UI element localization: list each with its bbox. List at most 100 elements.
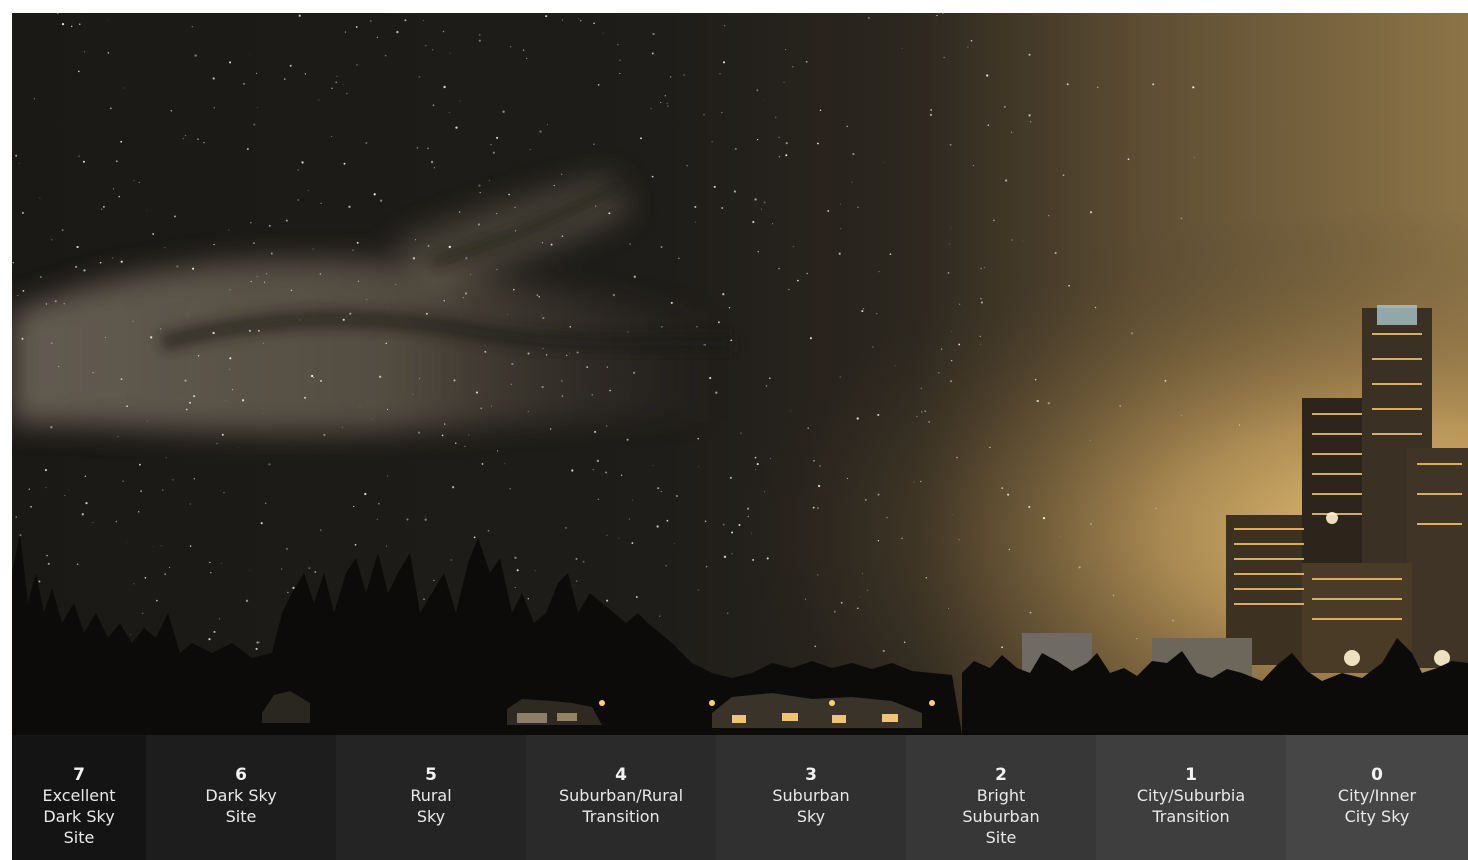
star xyxy=(768,377,771,380)
star xyxy=(78,70,80,73)
scale-level-1: 1 City/Suburbia Transition xyxy=(1096,735,1286,860)
star xyxy=(1048,215,1050,217)
star xyxy=(877,540,880,542)
star xyxy=(576,351,579,354)
star xyxy=(229,61,232,64)
star xyxy=(268,463,271,466)
star xyxy=(126,541,128,543)
star xyxy=(697,437,699,440)
star xyxy=(734,147,737,150)
star xyxy=(958,539,960,541)
star xyxy=(290,289,293,292)
star xyxy=(983,267,985,269)
star xyxy=(448,112,450,113)
star xyxy=(238,447,240,449)
star xyxy=(270,252,273,255)
scale-level-7: 7 Excellent Dark Sky Site xyxy=(12,735,146,860)
star xyxy=(130,634,132,635)
star xyxy=(527,410,529,413)
star xyxy=(320,379,322,382)
star xyxy=(132,320,134,322)
star xyxy=(778,155,781,158)
star xyxy=(213,107,215,109)
star xyxy=(165,457,167,459)
star xyxy=(448,245,451,249)
star xyxy=(348,205,351,208)
star xyxy=(197,355,200,357)
star xyxy=(859,596,861,598)
star xyxy=(144,576,147,579)
star xyxy=(619,59,621,61)
star xyxy=(203,142,205,144)
star xyxy=(263,281,266,283)
star xyxy=(542,316,545,320)
star xyxy=(657,487,660,490)
star xyxy=(1130,332,1134,335)
star xyxy=(529,148,531,151)
star xyxy=(516,569,519,572)
star xyxy=(635,595,638,599)
star xyxy=(161,489,164,491)
level-label: Bright Suburban Site xyxy=(962,786,1040,847)
star xyxy=(431,49,434,51)
star xyxy=(174,215,176,218)
star xyxy=(425,45,427,47)
star xyxy=(320,202,322,204)
star xyxy=(719,73,721,75)
star xyxy=(1010,131,1013,133)
star xyxy=(40,276,42,278)
star xyxy=(504,463,506,465)
star xyxy=(660,101,662,103)
star xyxy=(308,190,310,191)
star xyxy=(595,205,597,207)
star xyxy=(443,300,445,302)
star xyxy=(703,344,705,346)
star xyxy=(951,330,953,332)
star xyxy=(864,498,867,501)
star xyxy=(92,521,94,523)
star xyxy=(423,598,425,600)
star xyxy=(549,428,552,430)
star xyxy=(816,142,819,145)
star xyxy=(1194,156,1195,158)
star xyxy=(629,243,631,245)
star xyxy=(365,142,368,144)
star xyxy=(85,501,88,505)
star xyxy=(427,244,430,247)
star xyxy=(492,151,495,154)
star xyxy=(12,262,14,264)
star xyxy=(245,599,249,602)
star xyxy=(797,279,799,282)
star xyxy=(21,211,24,214)
star xyxy=(792,246,794,248)
star xyxy=(838,252,841,255)
star xyxy=(344,31,346,33)
star xyxy=(515,230,517,232)
star xyxy=(164,573,167,575)
star xyxy=(170,110,173,112)
star xyxy=(894,364,896,366)
star xyxy=(70,25,73,28)
star xyxy=(496,268,498,270)
star xyxy=(343,162,346,165)
star xyxy=(318,99,320,101)
star xyxy=(738,524,741,526)
star xyxy=(814,645,817,648)
star xyxy=(949,243,950,245)
star xyxy=(775,116,777,118)
star xyxy=(139,463,141,466)
star xyxy=(513,288,515,291)
star xyxy=(747,515,749,518)
star xyxy=(449,52,451,54)
star xyxy=(292,586,295,590)
star xyxy=(763,99,765,101)
star xyxy=(510,46,512,48)
level-number: 6 xyxy=(235,765,247,785)
star xyxy=(352,249,354,252)
star xyxy=(141,612,144,615)
star xyxy=(378,502,380,505)
star xyxy=(424,518,427,521)
star xyxy=(1003,105,1006,109)
star xyxy=(904,641,906,643)
star xyxy=(47,562,50,565)
